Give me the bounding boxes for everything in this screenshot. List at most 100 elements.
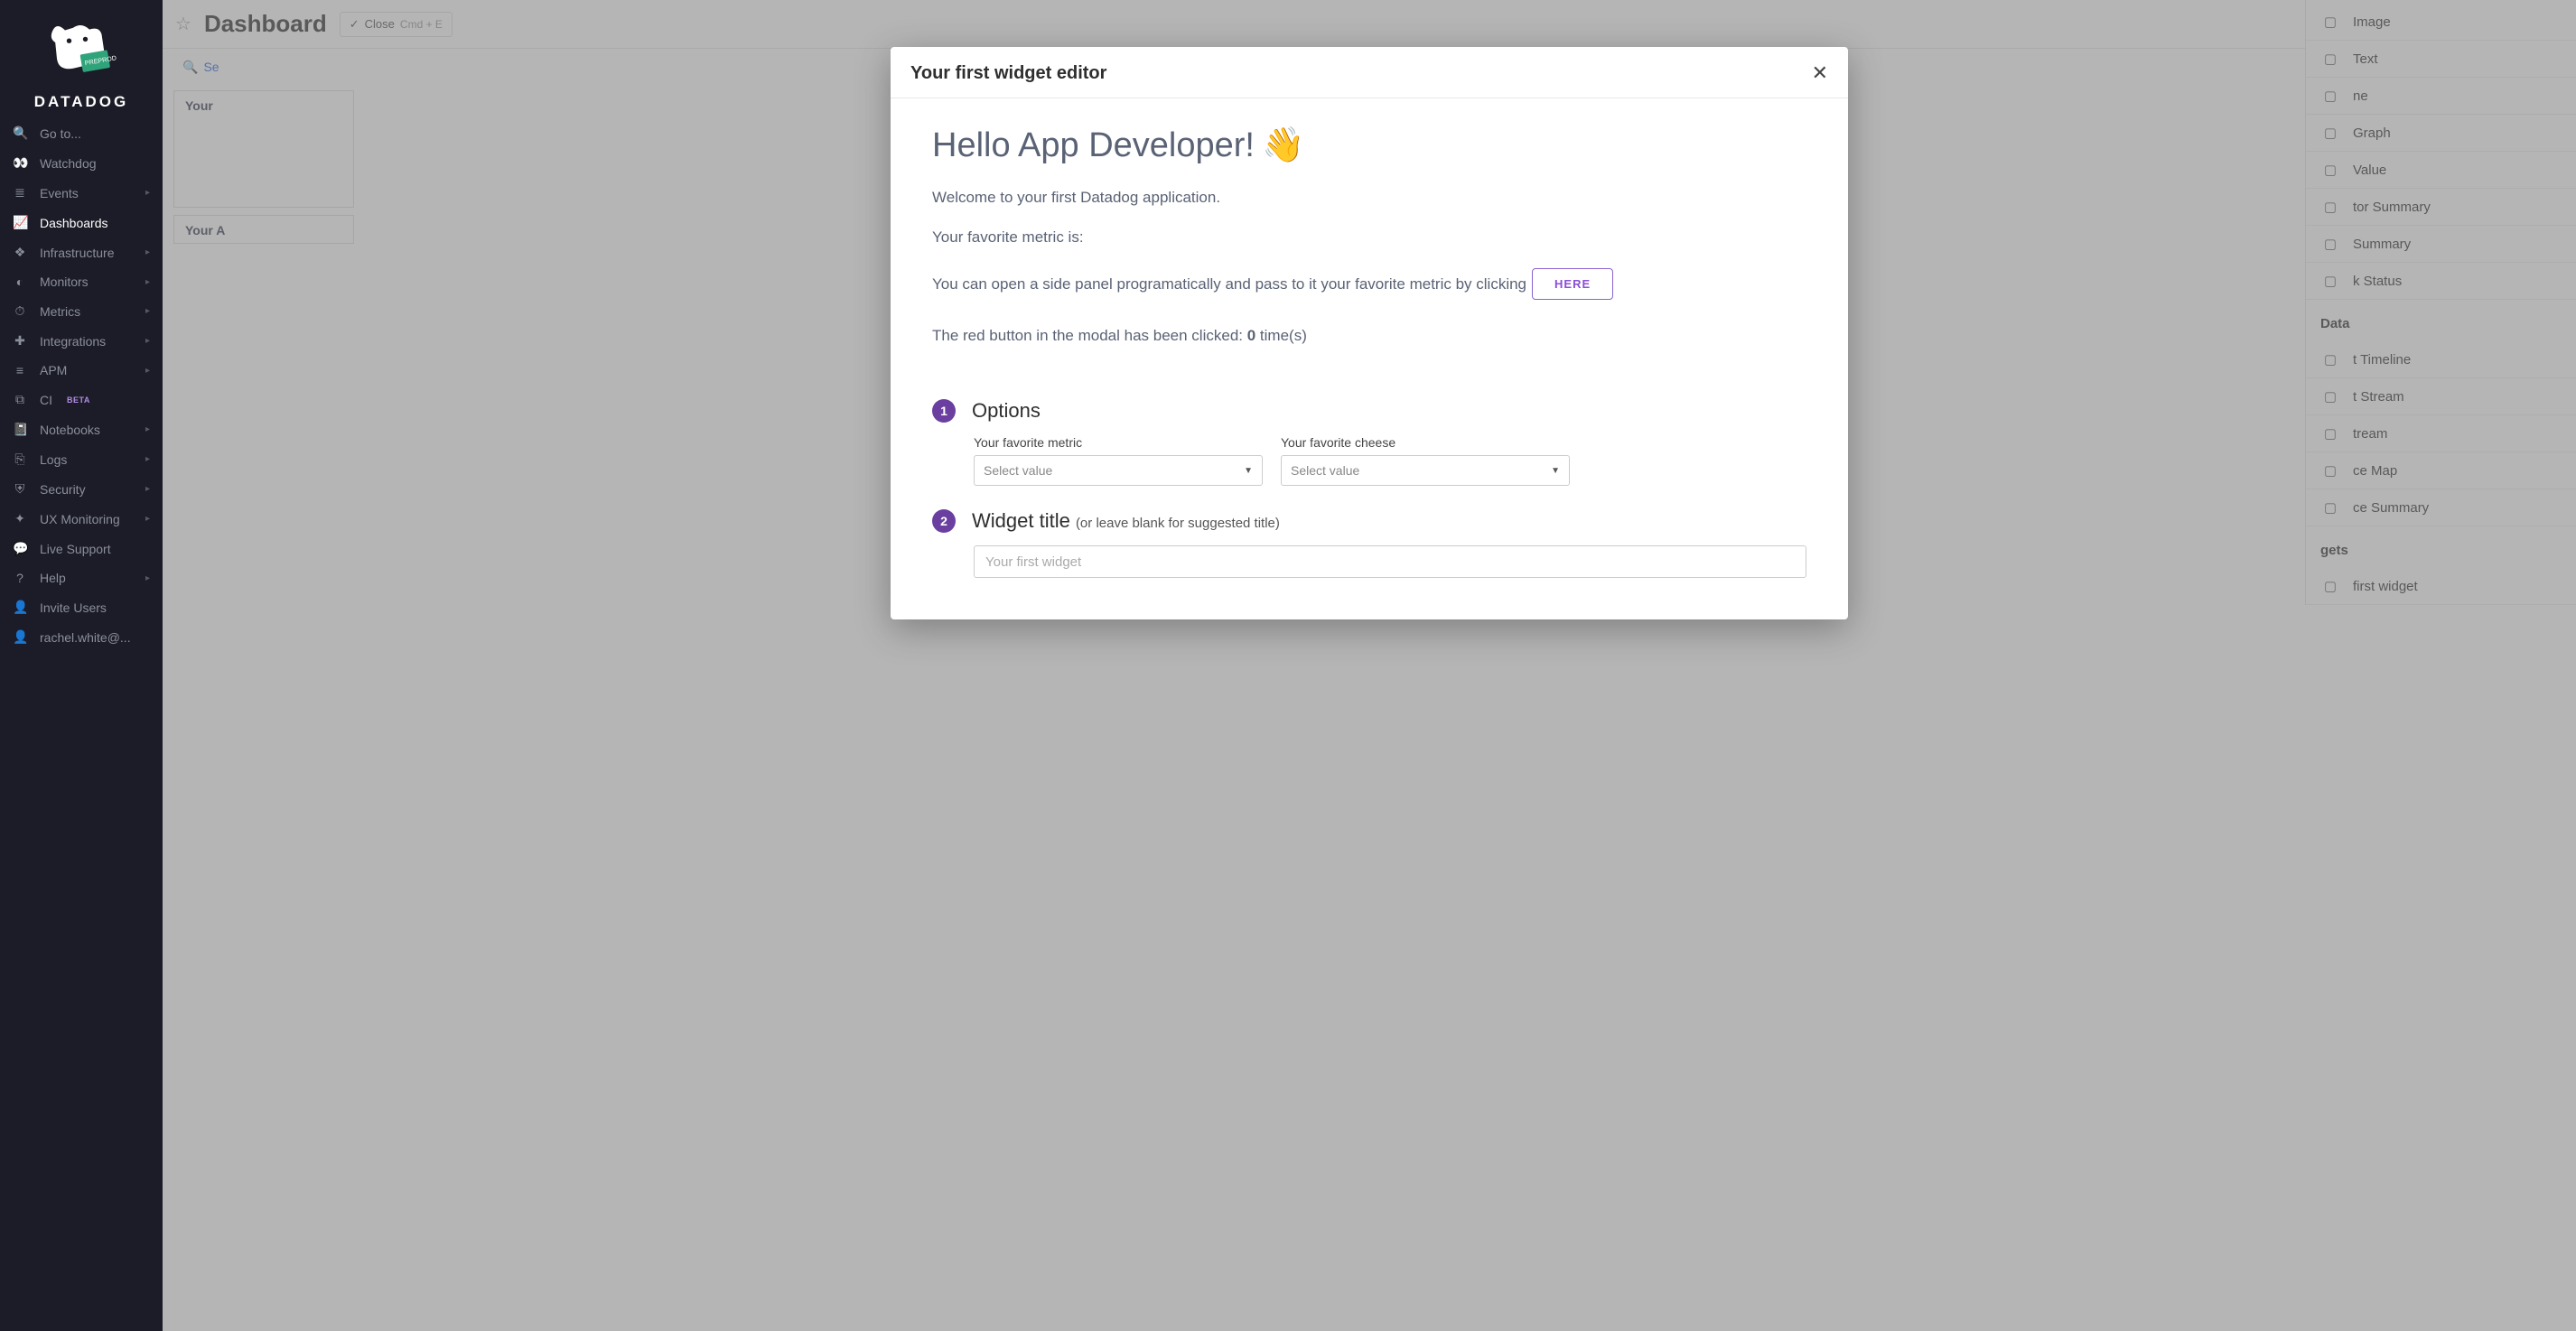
- logo: PREPROD DATADOG: [0, 0, 163, 118]
- metric-intro-text: Your favorite metric is:: [932, 228, 1806, 247]
- sidebar-item-live-support[interactable]: 💬 Live Support: [0, 534, 163, 563]
- count-value: 0: [1247, 327, 1255, 344]
- nodes-icon: ❖: [13, 245, 27, 260]
- metric-select[interactable]: Select value ▼: [974, 455, 1263, 486]
- modal-overlay: Your first widget editor ✕ Hello App Dev…: [163, 0, 2576, 1331]
- sidebar-item-watchdog[interactable]: 👀 Watchdog: [0, 148, 163, 178]
- sidebar-item-label: Events: [40, 186, 79, 200]
- puzzle-icon: ✚: [13, 333, 27, 349]
- sidebar-item-label: Invite Users: [40, 600, 107, 615]
- sidebar-item-label: UX Monitoring: [40, 512, 120, 526]
- brand-name: DATADOG: [0, 93, 163, 111]
- sidebar-item-dashboards[interactable]: 📈 Dashboards: [0, 208, 163, 237]
- modal-body: Hello App Developer! 👋 Welcome to your f…: [891, 98, 1848, 619]
- close-icon[interactable]: ✕: [1812, 61, 1828, 85]
- sidebar: PREPROD DATADOG 🔍Go to... 👀 Watchdog ≣ Event…: [0, 0, 163, 1331]
- step-badge: 2: [932, 509, 956, 533]
- caret-down-icon: ▼: [1551, 466, 1560, 476]
- chevron-right-icon: ▸: [145, 277, 150, 287]
- page: ☆ Dashboard ✓ Close Cmd + E 1h Past 1 Ho…: [163, 0, 2576, 1331]
- user-plus-icon: 👤: [13, 600, 27, 615]
- section-title: Options: [972, 399, 1041, 423]
- chevron-right-icon: ▸: [145, 573, 150, 583]
- options-section: 1 Options Your favorite metric Select va…: [932, 399, 1806, 486]
- sidebar-item-label: Help: [40, 571, 66, 585]
- sidebar-item-label: Live Support: [40, 542, 111, 556]
- shield-icon: ⛨: [13, 481, 27, 497]
- chevron-right-icon: ▸: [145, 188, 150, 198]
- ux-icon: ✦: [13, 511, 27, 526]
- chart-icon: 📈: [13, 215, 27, 230]
- sidebar-item-label: Integrations: [40, 334, 106, 349]
- sidebar-item-invite-users[interactable]: 👤 Invite Users: [0, 592, 163, 622]
- cheese-label: Your favorite cheese: [1281, 435, 1570, 450]
- sidebar-item-rachel-white-[interactable]: 👤 rachel.white@...: [0, 622, 163, 652]
- sidebar-item-label: Infrastructure: [40, 246, 114, 260]
- cheese-option: Your favorite cheese Select value ▼: [1281, 435, 1570, 486]
- sidebar-item-monitors[interactable]: ◐Monitors▸: [0, 267, 163, 296]
- sidebar-item-apm[interactable]: ≡APM▸: [0, 356, 163, 385]
- section-title: Widget title (or leave blank for suggest…: [972, 509, 1280, 533]
- sidebar-item-infrastructure[interactable]: ❖ Infrastructure ▸: [0, 237, 163, 267]
- greeting-heading: Hello App Developer! 👋: [932, 126, 1806, 165]
- click-count-text: The red button in the modal has been cli…: [932, 327, 1806, 345]
- count-post: time(s): [1255, 327, 1307, 344]
- user-icon: 👤: [13, 629, 27, 645]
- modal-header: Your first widget editor ✕: [891, 47, 1848, 98]
- sidebar-item-go-to-[interactable]: 🔍Go to...: [0, 118, 163, 148]
- here-button[interactable]: HERE: [1532, 268, 1613, 300]
- widget-title-input[interactable]: [974, 545, 1806, 578]
- sidebar-item-label: Notebooks: [40, 423, 100, 437]
- options-row: Your favorite metric Select value ▼ Your…: [932, 435, 1806, 486]
- link-icon: ⧉: [13, 392, 27, 407]
- search-icon: 🔍: [13, 126, 27, 141]
- chevron-right-icon: ▸: [145, 366, 150, 376]
- chevron-right-icon: ▸: [145, 454, 150, 464]
- sidebar-item-help[interactable]: ?Help▸: [0, 563, 163, 592]
- select-placeholder: Select value: [984, 463, 1052, 478]
- sidebar-item-label: Dashboards: [40, 216, 108, 230]
- title-section: 2 Widget title (or leave blank for sugge…: [932, 509, 1806, 578]
- list-icon: ≣: [13, 185, 27, 200]
- sidebar-item-events[interactable]: ≣ Events ▸: [0, 178, 163, 208]
- side-panel-sentence: You can open a side panel programaticall…: [932, 275, 1526, 293]
- sidebar-item-notebooks[interactable]: 📓Notebooks▸: [0, 414, 163, 444]
- logs-icon: ⎘: [13, 451, 27, 467]
- widget-editor-modal: Your first widget editor ✕ Hello App Dev…: [891, 47, 1848, 619]
- sidebar-item-label: CI: [40, 393, 52, 407]
- sidebar-item-label: Metrics: [40, 304, 80, 319]
- title-hint: (or leave blank for suggested title): [1076, 516, 1280, 531]
- sidebar-item-metrics[interactable]: ⏱Metrics▸: [0, 296, 163, 326]
- sidebar-item-ci[interactable]: ⧉ CI BETA: [0, 385, 163, 414]
- binoculars-icon: 👀: [13, 155, 27, 171]
- select-placeholder: Select value: [1291, 463, 1359, 478]
- chevron-right-icon: ▸: [145, 484, 150, 494]
- sidebar-item-label: rachel.white@...: [40, 630, 131, 645]
- sidebar-item-integrations[interactable]: ✚Integrations▸: [0, 326, 163, 356]
- sidebar-item-logs[interactable]: ⎘ Logs ▸: [0, 444, 163, 474]
- welcome-text: Welcome to your first Datadog applicatio…: [932, 189, 1806, 207]
- title-text: Widget title: [972, 509, 1076, 532]
- sidebar-item-label: Watchdog: [40, 156, 97, 171]
- modal-title: Your first widget editor: [910, 63, 1106, 84]
- sidebar-item-label: Logs: [40, 452, 67, 467]
- count-pre: The red button in the modal has been cli…: [932, 327, 1247, 344]
- title-input-wrap: [932, 545, 1806, 578]
- sidebar-item-label: Monitors: [40, 275, 89, 289]
- greeting-text: Hello App Developer!: [932, 126, 1255, 165]
- chevron-right-icon: ▸: [145, 247, 150, 257]
- sidebar-item-label: Security: [40, 482, 86, 497]
- chevron-right-icon: ▸: [145, 424, 150, 434]
- chevron-right-icon: ▸: [145, 514, 150, 524]
- chat-icon: 💬: [13, 541, 27, 556]
- sidebar-item-security[interactable]: ⛨ Security ▸: [0, 474, 163, 504]
- wave-icon: 👋: [1262, 126, 1304, 165]
- section-header: 2 Widget title (or leave blank for sugge…: [932, 509, 1806, 533]
- chevron-right-icon: ▸: [145, 306, 150, 316]
- metric-option: Your favorite metric Select value ▼: [974, 435, 1263, 486]
- section-header: 1 Options: [932, 399, 1806, 423]
- cheese-select[interactable]: Select value ▼: [1281, 455, 1570, 486]
- sidebar-item-ux-monitoring[interactable]: ✦ UX Monitoring ▸: [0, 504, 163, 534]
- beta-badge: BETA: [67, 396, 90, 405]
- nav-list: 🔍Go to... 👀 Watchdog ≣ Events ▸ 📈 Dashboards ❖ In…: [0, 118, 163, 652]
